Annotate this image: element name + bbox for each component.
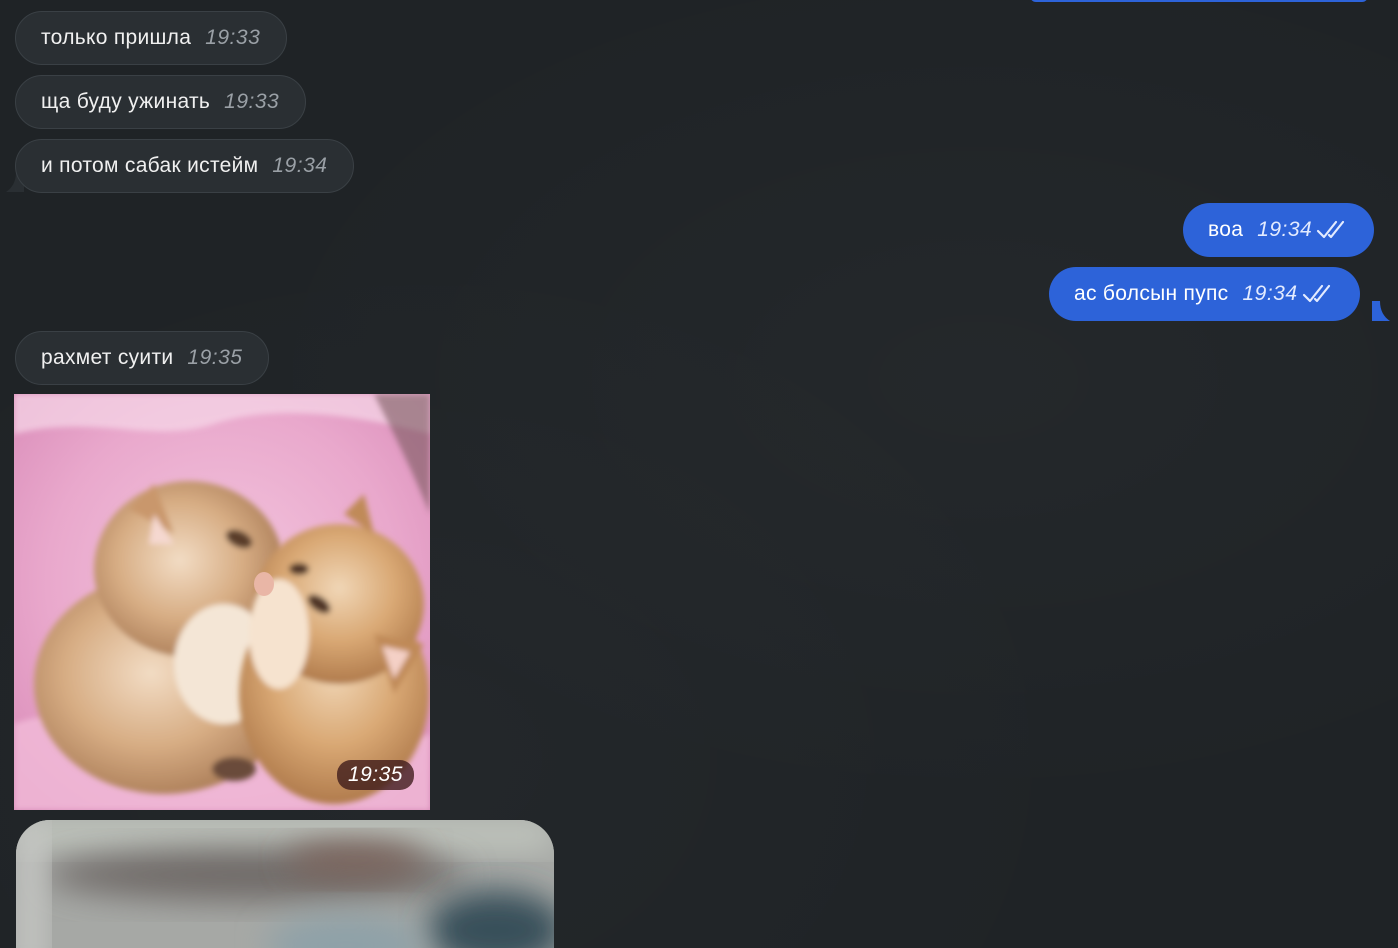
- incoming-message[interactable]: и потом сабак истейм 19:34: [15, 139, 355, 193]
- blurred-media-message[interactable]: [16, 820, 554, 948]
- message-time: 19:35: [336, 760, 414, 790]
- message-text: рахмет суити: [41, 346, 174, 369]
- message-time: 19:33: [205, 26, 261, 49]
- photo-message[interactable]: 19:35: [14, 394, 430, 810]
- message-text: и потом сабак истейм: [41, 154, 259, 177]
- message-time: 19:33: [224, 90, 280, 113]
- outgoing-message[interactable]: ас болсын пупс 19:34: [1049, 267, 1360, 321]
- outgoing-message[interactable]: воа 19:34: [1183, 203, 1375, 257]
- message-time: 19:34: [272, 154, 328, 177]
- message-text: только пришла: [41, 26, 192, 49]
- double-check-icon: [1317, 220, 1345, 239]
- message-time: 19:35: [187, 346, 243, 369]
- message-text: воа: [1208, 218, 1244, 241]
- message-time: 19:34: [1257, 218, 1313, 241]
- kittens-photo: [14, 394, 430, 810]
- chat-area: только пришла 19:33 ща буду ужинать 19:3…: [0, 0, 1398, 948]
- incoming-message[interactable]: только пришла 19:33: [15, 11, 288, 65]
- double-check-icon: [1302, 284, 1330, 303]
- incoming-message[interactable]: рахмет суити 19:35: [15, 331, 270, 385]
- bubble-tail: [1372, 301, 1390, 321]
- message-text: ща буду ужинать: [41, 90, 211, 113]
- previous-outgoing-bubble-edge[interactable]: [1030, 0, 1368, 2]
- message-text: ас болсын пупс: [1074, 282, 1229, 305]
- incoming-message[interactable]: ща буду ужинать 19:33: [15, 75, 307, 129]
- blurred-media: [16, 820, 554, 948]
- message-time: 19:34: [1242, 282, 1298, 305]
